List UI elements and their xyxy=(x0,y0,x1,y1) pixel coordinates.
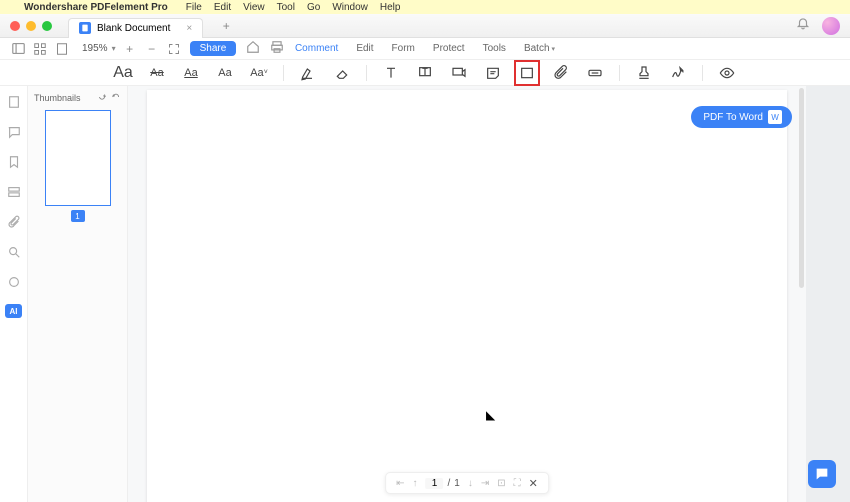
fit-width-icon[interactable]: ⊡ xyxy=(497,478,505,489)
highlight-tool[interactable]: Aa xyxy=(113,63,133,83)
callout-tool[interactable] xyxy=(415,63,435,83)
hide-annotations-tool[interactable] xyxy=(717,63,737,83)
attachment-tool[interactable] xyxy=(551,63,571,83)
caret-tool[interactable]: Aa˅ xyxy=(249,63,269,83)
user-avatar[interactable] xyxy=(822,17,840,35)
signature-tool[interactable] xyxy=(668,63,688,83)
tab-edit[interactable]: Edit xyxy=(356,43,373,54)
grid-view-icon[interactable] xyxy=(32,41,48,57)
comments-rail-icon[interactable] xyxy=(6,124,22,140)
annotation-toolbar: Aa Aa Aa Aa Aa˅ xyxy=(0,60,850,86)
last-page-icon[interactable]: ⇥ xyxy=(481,478,489,489)
sidebar-toggle-icon[interactable] xyxy=(10,41,26,57)
pdf-to-word-label: PDF To Word xyxy=(703,112,763,123)
app-name[interactable]: Wondershare PDFelement Pro xyxy=(24,2,168,13)
underline-tool[interactable]: Aa xyxy=(181,63,201,83)
minimize-window-button[interactable] xyxy=(26,21,36,31)
fit-page-icon[interactable] xyxy=(166,41,182,57)
close-tab-button[interactable]: × xyxy=(186,23,192,34)
zoom-value: 195% xyxy=(82,43,108,54)
zoom-in-button[interactable]: + xyxy=(122,41,138,57)
page-view-icon[interactable] xyxy=(54,41,70,57)
home-icon[interactable] xyxy=(246,40,260,57)
window-titlebar: Blank Document × + xyxy=(0,14,850,38)
tab-batch[interactable]: Batch▾ xyxy=(524,43,555,54)
main-toolbar: 195% ▾ + − Comment Edit Form Protect Too… xyxy=(0,38,850,60)
thumbnails-panel: Thumbnails 1 xyxy=(28,86,128,502)
zoom-out-button[interactable]: − xyxy=(144,41,160,57)
print-icon[interactable] xyxy=(270,40,284,57)
page-1[interactable] xyxy=(147,90,787,502)
word-icon: W xyxy=(768,110,782,124)
new-tab-button[interactable]: + xyxy=(217,17,235,35)
thumbnails-title: Thumbnails xyxy=(34,93,81,103)
text-box-tool[interactable] xyxy=(381,63,401,83)
tab-form[interactable]: Form xyxy=(392,43,415,54)
ai-rail-button[interactable]: AI xyxy=(5,304,22,318)
tab-tools[interactable]: Tools xyxy=(483,43,506,54)
document-tab-title: Blank Document xyxy=(97,23,170,34)
stamp-tool[interactable] xyxy=(634,63,654,83)
rectangle-tool[interactable] xyxy=(517,63,537,83)
system-menubar: Wondershare PDFelement Pro File Edit Vie… xyxy=(0,0,850,14)
chevron-down-icon: ▾ xyxy=(112,44,116,53)
document-canvas[interactable]: PDF To Word W ⇤ ↑ / 1 ↓ ⇥ ⊡ ⛶ ✕ xyxy=(128,86,806,502)
document-tab[interactable]: Blank Document × xyxy=(68,18,203,38)
attachments-rail-icon[interactable] xyxy=(6,214,22,230)
menu-tool[interactable]: Tool xyxy=(277,2,295,13)
fields-rail-icon[interactable] xyxy=(6,184,22,200)
settings-rail-icon[interactable] xyxy=(6,274,22,290)
pdf-to-word-button[interactable]: PDF To Word W xyxy=(691,106,792,128)
eraser-tool[interactable] xyxy=(332,63,352,83)
rotate-left-icon[interactable] xyxy=(97,92,107,104)
zoom-control[interactable]: 195% ▾ xyxy=(82,43,116,54)
link-tool[interactable] xyxy=(585,63,605,83)
bell-icon[interactable] xyxy=(796,16,810,35)
document-icon xyxy=(79,22,91,34)
maximize-window-button[interactable] xyxy=(42,21,52,31)
bookmarks-rail-icon[interactable] xyxy=(6,154,22,170)
left-rail: AI xyxy=(0,86,28,502)
sticky-note-tool[interactable] xyxy=(483,63,503,83)
page-navigation: ⇤ ↑ / 1 ↓ ⇥ ⊡ ⛶ ✕ xyxy=(385,472,549,494)
close-window-button[interactable] xyxy=(10,21,20,31)
rotate-right-icon[interactable] xyxy=(111,92,121,104)
tab-protect[interactable]: Protect xyxy=(433,43,465,54)
area-highlight-tool[interactable] xyxy=(298,63,318,83)
menu-go[interactable]: Go xyxy=(307,2,320,13)
share-button[interactable]: Share xyxy=(190,41,237,56)
text-callout-tool[interactable] xyxy=(449,63,469,83)
page-thumbnail-number: 1 xyxy=(71,210,85,222)
menu-view[interactable]: View xyxy=(243,2,265,13)
right-margin xyxy=(806,86,850,502)
fullscreen-icon[interactable]: ⛶ xyxy=(514,478,521,489)
menu-file[interactable]: File xyxy=(186,2,202,13)
next-page-icon[interactable]: ↓ xyxy=(468,478,473,489)
help-chat-button[interactable] xyxy=(808,460,836,488)
menu-help[interactable]: Help xyxy=(380,2,401,13)
current-page-input[interactable] xyxy=(426,478,444,489)
prev-page-icon[interactable]: ↑ xyxy=(413,478,418,489)
strikethrough-tool[interactable]: Aa xyxy=(147,63,167,83)
thumbnails-rail-icon[interactable] xyxy=(6,94,22,110)
page-sep: / xyxy=(448,478,451,489)
main-body: AI Thumbnails 1 PDF To Word W ⇤ ↑ / xyxy=(0,86,850,502)
traffic-lights xyxy=(10,21,52,31)
menu-edit[interactable]: Edit xyxy=(214,2,231,13)
first-page-icon[interactable]: ⇤ xyxy=(396,478,404,489)
total-pages: 1 xyxy=(454,478,460,489)
vertical-scrollbar[interactable] xyxy=(799,88,804,288)
page-thumbnail-1[interactable] xyxy=(45,110,111,206)
close-nav-button[interactable]: ✕ xyxy=(529,477,538,490)
tab-comment[interactable]: Comment xyxy=(295,43,338,54)
squiggly-tool[interactable]: Aa xyxy=(215,63,235,83)
search-rail-icon[interactable] xyxy=(6,244,22,260)
menu-window[interactable]: Window xyxy=(332,2,368,13)
